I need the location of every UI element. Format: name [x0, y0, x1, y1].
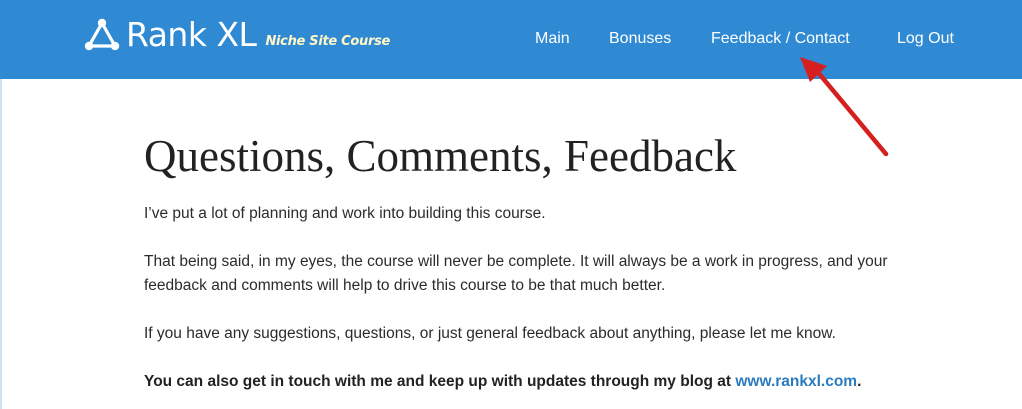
- nav-item-bonuses[interactable]: Bonuses: [609, 28, 671, 50]
- progress-paragraph: That being said, in my eyes, the course …: [144, 253, 888, 294]
- contact-text: You can also get in touch with me and ke…: [144, 373, 736, 390]
- nav-item-log-out[interactable]: Log Out: [897, 28, 954, 50]
- nav-item-feedback-contact[interactable]: Feedback / Contact: [711, 28, 850, 50]
- red-arrow-icon: [800, 57, 889, 157]
- suggestions-paragraph: If you have any suggestions, questions, …: [144, 325, 836, 342]
- page-edge-divider: [0, 79, 2, 409]
- blog-link[interactable]: www.rankxl.com: [735, 373, 857, 390]
- contact-paragraph: You can also get in touch with me and ke…: [144, 370, 904, 394]
- contact-end: .: [857, 373, 862, 390]
- nav-item-main[interactable]: Main: [535, 28, 570, 50]
- intro-paragraph: I’ve put a lot of planning and work into…: [144, 205, 546, 222]
- main-nav: Main Bonuses Feedback / Contact Log Out: [0, 28, 1022, 50]
